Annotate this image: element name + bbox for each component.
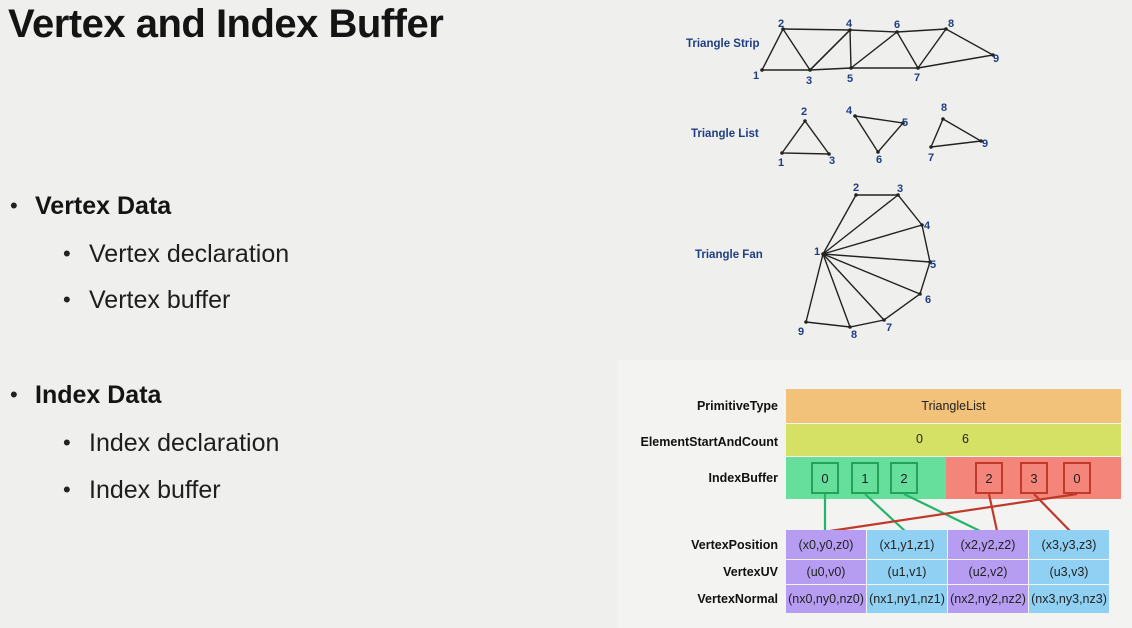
vertex-normal-cell: (nx2,ny2,nz2) (948, 585, 1028, 613)
vertex-position-cell: (x3,y3,z3) (1029, 530, 1109, 559)
vertex-position-label: VertexPosition (691, 538, 778, 552)
vertex-uv-cell: (u3,v3) (1029, 560, 1109, 584)
vertex-uv-cell: (u0,v0) (786, 560, 866, 584)
vertex-normal-cell: (nx1,ny1,nz1) (867, 585, 947, 613)
vertex-uv-cell: (u1,v1) (867, 560, 947, 584)
vertex-normal-cell: (nx0,ny0,nz0) (786, 585, 866, 613)
vertex-position-cell: (x2,y2,z2) (948, 530, 1028, 559)
vertex-uv-label: VertexUV (723, 565, 778, 579)
vertex-position-cell: (x0,y0,z0) (786, 530, 866, 559)
vertex-uv-cell: (u2,v2) (948, 560, 1028, 584)
vertex-normal-cell: (nx3,ny3,nz3) (1029, 585, 1109, 613)
vertex-normal-label: VertexNormal (697, 592, 778, 606)
vertex-position-cell: (x1,y1,z1) (867, 530, 947, 559)
